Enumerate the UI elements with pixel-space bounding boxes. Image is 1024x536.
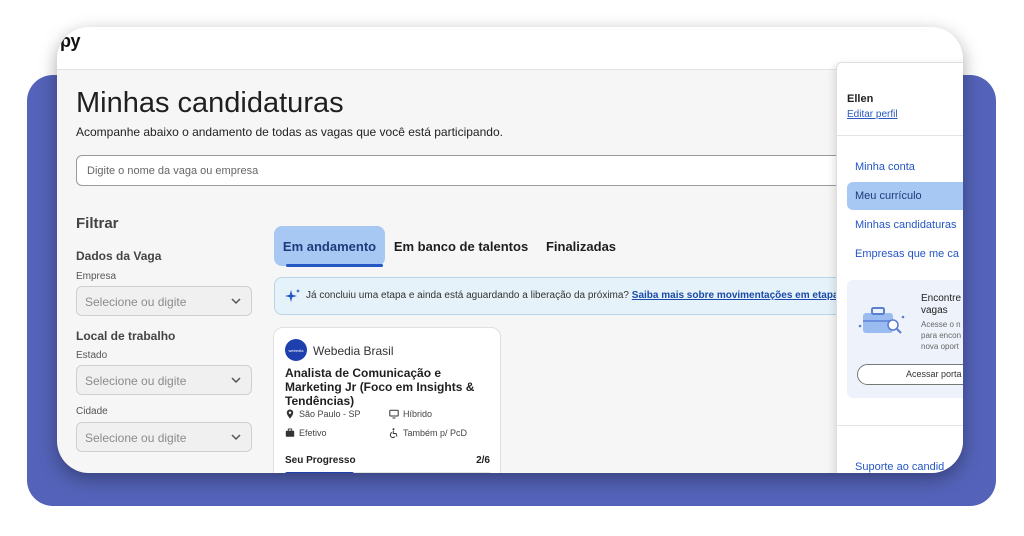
job-portal-promo: Encontre vagas Acesse o n para encon nova o… xyxy=(847,280,963,398)
tab-finished[interactable]: Finalizadas xyxy=(541,226,621,266)
progress-bar-fill xyxy=(285,472,354,473)
search-input[interactable] xyxy=(76,155,876,186)
menu-item-my-resume[interactable]: Meu currículo xyxy=(847,182,963,210)
company-label: Empresa xyxy=(76,271,117,282)
company-select[interactable]: Selecione ou digite xyxy=(76,286,252,316)
work-mode-meta: Híbrido xyxy=(389,409,432,419)
menu-item-companies[interactable]: Empresas que me ca xyxy=(837,240,963,268)
location-pin-icon xyxy=(286,409,294,419)
top-bar: py xyxy=(57,27,963,70)
progress-bar xyxy=(285,472,491,473)
tab-in-progress[interactable]: Em andamento xyxy=(274,226,385,266)
state-select[interactable]: Selecione ou digite xyxy=(76,365,252,395)
chevron-down-icon xyxy=(231,298,241,305)
promo-desc-line-2: para encon xyxy=(921,331,962,340)
page-subtitle: Acompanhe abaixo o andamento de todas as… xyxy=(76,125,503,139)
accessibility-icon xyxy=(389,428,398,438)
promo-desc-line-3: nova oport xyxy=(921,342,959,351)
accessibility-meta: Também p/ PcD xyxy=(389,428,467,438)
contract-text: Efetivo xyxy=(299,428,327,438)
briefcase-icon xyxy=(285,428,295,437)
accessibility-text: Também p/ PcD xyxy=(403,428,468,438)
app-window: py Minhas candidaturas Acompanhe abaixo … xyxy=(57,27,963,473)
promo-description: Acesse o n para encon nova oport xyxy=(921,319,961,352)
monitor-icon xyxy=(389,409,399,419)
chevron-down-icon xyxy=(231,434,241,441)
work-location-section-title: Local de trabalho xyxy=(76,329,176,343)
filter-title: Filtrar xyxy=(76,215,119,232)
promo-title: Encontre vagas xyxy=(921,293,961,317)
page-title: Minhas candidaturas xyxy=(76,87,344,119)
job-title: Analista de Comunicação e Marketing Jr (… xyxy=(285,366,475,408)
active-tab-indicator xyxy=(286,264,383,267)
company-name: Webedia Brasil xyxy=(313,344,394,358)
divider xyxy=(837,425,963,426)
city-select[interactable]: Selecione ou digite xyxy=(76,422,252,452)
divider xyxy=(837,135,963,136)
city-select-value: Selecione ou digite xyxy=(85,431,187,445)
contract-meta: Efetivo xyxy=(285,428,327,438)
menu-item-my-applications[interactable]: Minhas candidaturas xyxy=(837,211,963,239)
company-logo: webedia xyxy=(285,339,307,361)
job-data-section-title: Dados da Vaga xyxy=(76,249,162,263)
city-label: Cidade xyxy=(76,406,108,417)
info-text-wrapper: Já concluiu uma etapa e ainda está aguar… xyxy=(306,290,844,301)
edit-profile-link[interactable]: Editar perfil xyxy=(847,109,898,120)
promo-desc-line-1: Acesse o n xyxy=(921,320,961,329)
chevron-down-icon xyxy=(231,377,241,384)
info-text: Já concluiu uma etapa e ainda está aguar… xyxy=(306,290,629,301)
state-select-value: Selecione ou digite xyxy=(85,374,187,388)
suitcase-search-icon xyxy=(858,307,905,334)
info-banner: Já concluiu uma etapa e ainda está aguar… xyxy=(274,277,854,315)
location-text: São Paulo - SP xyxy=(299,409,361,419)
progress-label: Seu Progresso xyxy=(285,455,356,466)
application-card[interactable]: webedia Webedia Brasil Analista de Comun… xyxy=(273,327,501,473)
work-mode-text: Híbrido xyxy=(403,409,433,419)
logo[interactable]: py xyxy=(60,31,81,52)
progress-count: 2/6 xyxy=(476,455,490,466)
user-side-menu: Ellen Editar perfil Minha conta Meu curr… xyxy=(836,62,963,473)
state-label: Estado xyxy=(76,350,108,361)
sparkle-icon xyxy=(285,289,300,302)
user-name: Ellen xyxy=(847,93,874,105)
tab-talent-pool[interactable]: Em banco de talentos xyxy=(391,226,531,266)
menu-item-my-account[interactable]: Minha conta xyxy=(837,153,963,181)
candidate-support-link[interactable]: Suporte ao candid xyxy=(855,461,944,473)
movements-info-link[interactable]: Saiba mais sobre movimentações em etapas xyxy=(632,290,844,301)
location-meta: São Paulo - SP xyxy=(285,409,361,419)
promo-title-line-2: vagas xyxy=(921,305,948,316)
access-portal-button[interactable]: Acessar porta xyxy=(857,364,963,385)
promo-title-line-1: Encontre xyxy=(921,293,962,304)
company-select-value: Selecione ou digite xyxy=(85,295,187,309)
